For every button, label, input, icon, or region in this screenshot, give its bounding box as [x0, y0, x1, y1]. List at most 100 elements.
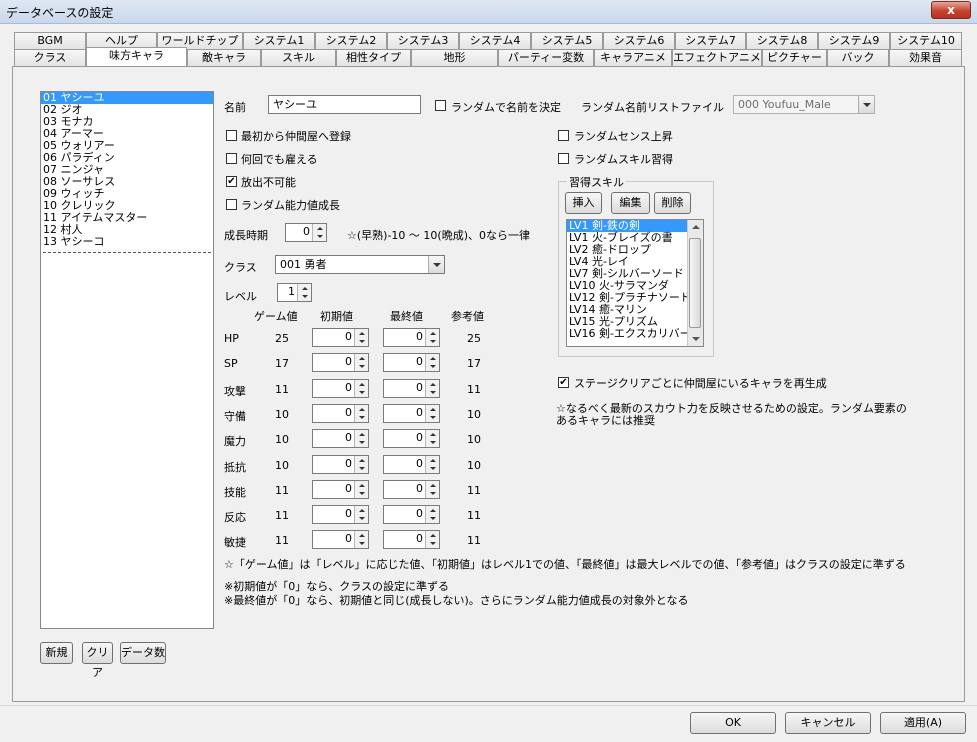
spinner-arrows-icon[interactable] [354, 430, 368, 447]
initial-value-spinner[interactable]: 0 [312, 328, 369, 347]
final-value-spinner[interactable]: 0 [383, 328, 440, 347]
random-sense-checkbox[interactable] [558, 130, 569, 141]
scroll-thumb[interactable] [689, 238, 701, 328]
final-value-spinner[interactable]: 0 [383, 353, 440, 372]
new-button[interactable]: 新規 [40, 642, 73, 664]
random-name-checkbox[interactable] [435, 100, 446, 111]
spinner-arrows-icon[interactable] [425, 430, 439, 447]
tab-12[interactable]: システム9 [818, 32, 890, 49]
spinner-arrows-icon[interactable] [354, 329, 368, 346]
initial-value-spinner[interactable]: 0 [312, 353, 369, 372]
name-label: 名前 [224, 101, 246, 114]
spinner-arrows-icon[interactable] [425, 481, 439, 498]
edit-skill-button[interactable]: 編集 [611, 192, 650, 214]
close-button[interactable]: x [931, 1, 971, 19]
cancel-button[interactable]: キャンセル [785, 712, 871, 734]
ok-button[interactable]: OK [690, 712, 776, 734]
spinner-arrows-icon[interactable] [354, 481, 368, 498]
spinner-arrows-icon[interactable] [425, 405, 439, 422]
spinner-arrows-icon[interactable] [312, 224, 326, 241]
spinner-arrows-icon[interactable] [354, 506, 368, 523]
character-list[interactable]: 01 ヤシーユ 02 ジオ 03 モナカ 04 アーマー 05 ウォリアー 06 パラディ… [40, 91, 214, 629]
spinner-arrows-icon[interactable] [425, 329, 439, 346]
tab-row2-10[interactable]: ピクチャー [762, 49, 827, 66]
tab-6[interactable]: システム3 [387, 32, 459, 49]
random-skill-checkbox[interactable] [558, 153, 569, 164]
apply-button[interactable]: 適用(A) [880, 712, 966, 734]
chevron-down-icon [428, 256, 444, 273]
final-value-spinner[interactable]: 0 [383, 404, 440, 423]
spinner-arrows-icon[interactable] [297, 284, 311, 301]
tab-7[interactable]: システム4 [459, 32, 531, 49]
tab-row2-2[interactable]: 味方キャラ [86, 47, 187, 66]
stat-reference-value: 11 [467, 484, 481, 497]
final-value-spinner-value: 0 [416, 507, 423, 520]
initial-value-spinner[interactable]: 0 [312, 530, 369, 549]
tab-4[interactable]: システム1 [243, 32, 315, 49]
scroll-down-icon[interactable] [692, 337, 700, 341]
tab-row2-3[interactable]: 敵キャラ [187, 49, 261, 66]
tab-13[interactable]: システム10 [890, 32, 962, 49]
initial-value-spinner-value: 0 [345, 532, 352, 545]
tab-row2-5[interactable]: 相性タイプ [336, 49, 411, 66]
spinner-arrows-icon[interactable] [354, 456, 368, 473]
spinner-arrows-icon[interactable] [354, 531, 368, 548]
tab-row2-9[interactable]: エフェクトアニメ [672, 49, 762, 66]
scroll-up-icon[interactable] [692, 225, 700, 229]
initial-value-spinner[interactable]: 0 [312, 404, 369, 423]
skill-list-item[interactable]: LV16 剣-エクスカリバー [567, 328, 703, 340]
delete-skill-button[interactable]: 削除 [654, 192, 691, 214]
initial-value-spinner[interactable]: 0 [312, 505, 369, 524]
no-release-checkbox[interactable]: ✔ [226, 176, 237, 187]
tab-5[interactable]: システム2 [315, 32, 387, 49]
final-value-spinner[interactable]: 0 [383, 530, 440, 549]
initial-value-spinner[interactable]: 0 [312, 455, 369, 474]
name-input[interactable]: ヤシーユ [268, 95, 421, 114]
tab-10[interactable]: システム7 [675, 32, 746, 49]
class-select[interactable]: 001 勇者 [275, 255, 445, 274]
tab-row2-8[interactable]: キャラアニメ [594, 49, 672, 66]
level-spinner[interactable]: 1 [277, 283, 312, 302]
final-value-spinner[interactable]: 0 [383, 379, 440, 398]
initial-value-spinner[interactable]: 0 [312, 379, 369, 398]
insert-skill-button[interactable]: 挿入 [565, 192, 602, 214]
final-value-spinner[interactable]: 0 [383, 429, 440, 448]
tab-9[interactable]: システム6 [603, 32, 675, 49]
stat-note-line3: ※最終値が「0」なら、初期値と同じ(成長しない)。さらにランダム能力値成長の対象… [224, 594, 689, 607]
skill-list-scrollbar[interactable] [687, 220, 703, 346]
spinner-arrows-icon[interactable] [425, 380, 439, 397]
tab-row2-12[interactable]: 効果音 [889, 49, 962, 66]
initial-value-spinner[interactable]: 0 [312, 429, 369, 448]
final-value-spinner[interactable]: 0 [383, 505, 440, 524]
rehire-checkbox[interactable] [226, 153, 237, 164]
growth-spinner[interactable]: 0 [285, 223, 327, 242]
random-growth-checkbox[interactable] [226, 199, 237, 210]
tab-11[interactable]: システム8 [746, 32, 818, 49]
tab-1[interactable]: BGM [14, 32, 86, 49]
clear-button[interactable]: クリア [82, 642, 113, 679]
spinner-arrows-icon[interactable] [425, 531, 439, 548]
register-checkbox[interactable] [226, 130, 237, 141]
data-count-button[interactable]: データ数 [120, 642, 166, 664]
tab-row2-6[interactable]: 地形 [411, 49, 498, 66]
learned-skills-list[interactable]: LV1 剣-鉄の剣 LV1 火-ブレイズの書 LV2 癒-ドロップ LV4 光-レイ L… [566, 219, 704, 347]
stat-game-value: 11 [275, 534, 289, 547]
regenerate-checkbox[interactable]: ✔ [558, 377, 569, 388]
random-name-list-select[interactable]: 000 Youfuu_Male [733, 95, 875, 114]
tab-row2-7[interactable]: パーティー変数 [498, 49, 594, 66]
final-value-spinner[interactable]: 0 [383, 480, 440, 499]
stat-name: 抵抗 [224, 461, 246, 474]
tab-8[interactable]: システム5 [531, 32, 603, 49]
spinner-arrows-icon[interactable] [425, 354, 439, 371]
spinner-arrows-icon[interactable] [354, 354, 368, 371]
spinner-arrows-icon[interactable] [354, 380, 368, 397]
final-value-spinner[interactable]: 0 [383, 455, 440, 474]
spinner-arrows-icon[interactable] [425, 456, 439, 473]
tab-row2-11[interactable]: バック [827, 49, 889, 66]
list-item[interactable]: 13 ヤシーコ [41, 236, 213, 248]
tab-row2-4[interactable]: スキル [261, 49, 336, 66]
spinner-arrows-icon[interactable] [354, 405, 368, 422]
spinner-arrows-icon[interactable] [425, 506, 439, 523]
tab-row2-1[interactable]: クラス [14, 49, 86, 66]
initial-value-spinner[interactable]: 0 [312, 480, 369, 499]
